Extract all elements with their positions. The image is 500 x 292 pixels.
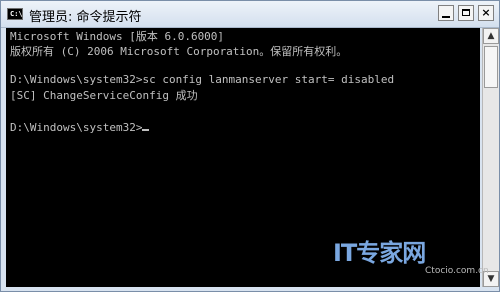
maximize-icon <box>462 9 470 16</box>
cmd-app-icon[interactable]: C:\ <box>7 8 23 20</box>
maximize-button[interactable] <box>458 5 474 21</box>
watermark-site: Ctocio.com.cn <box>425 266 489 276</box>
console-line-version: Microsoft Windows [版本 6.0.6000] <box>10 30 225 43</box>
console-line-command: D:\Windows\system32>sc config lanmanserv… <box>10 73 395 86</box>
watermark: IT专家网 Ctocio.com.cn <box>333 233 489 287</box>
scrollbar-thumb[interactable] <box>484 46 498 88</box>
console-line-prompt[interactable]: D:\Windows\system32> <box>10 121 150 134</box>
minimize-button[interactable] <box>438 5 454 21</box>
console-window: C:\ 管理员: 命令提示符 × Microsoft Windows [版本 6… <box>0 0 500 292</box>
minimize-icon <box>442 16 450 18</box>
scroll-up-button[interactable]: ▲ <box>483 28 499 44</box>
vertical-scrollbar[interactable]: ▲ ▼ <box>482 28 499 287</box>
text-cursor <box>142 129 150 131</box>
console-line-copyright: 版权所有 (C) 2006 Microsoft Corporation。保留所有… <box>10 45 348 58</box>
title-bar[interactable]: C:\ 管理员: 命令提示符 × <box>1 1 499 28</box>
window-title: 管理员: 命令提示符 <box>29 10 142 25</box>
chevron-up-icon: ▲ <box>487 31 495 41</box>
close-button[interactable]: × <box>478 5 494 21</box>
console-line-result: [SC] ChangeServiceConfig 成功 <box>10 89 198 102</box>
cmd-icon-glyph: C:\ <box>10 10 23 18</box>
close-icon: × <box>481 6 491 19</box>
prompt-text: D:\Windows\system32> <box>10 121 143 134</box>
watermark-logo: IT专家网 <box>333 239 426 267</box>
